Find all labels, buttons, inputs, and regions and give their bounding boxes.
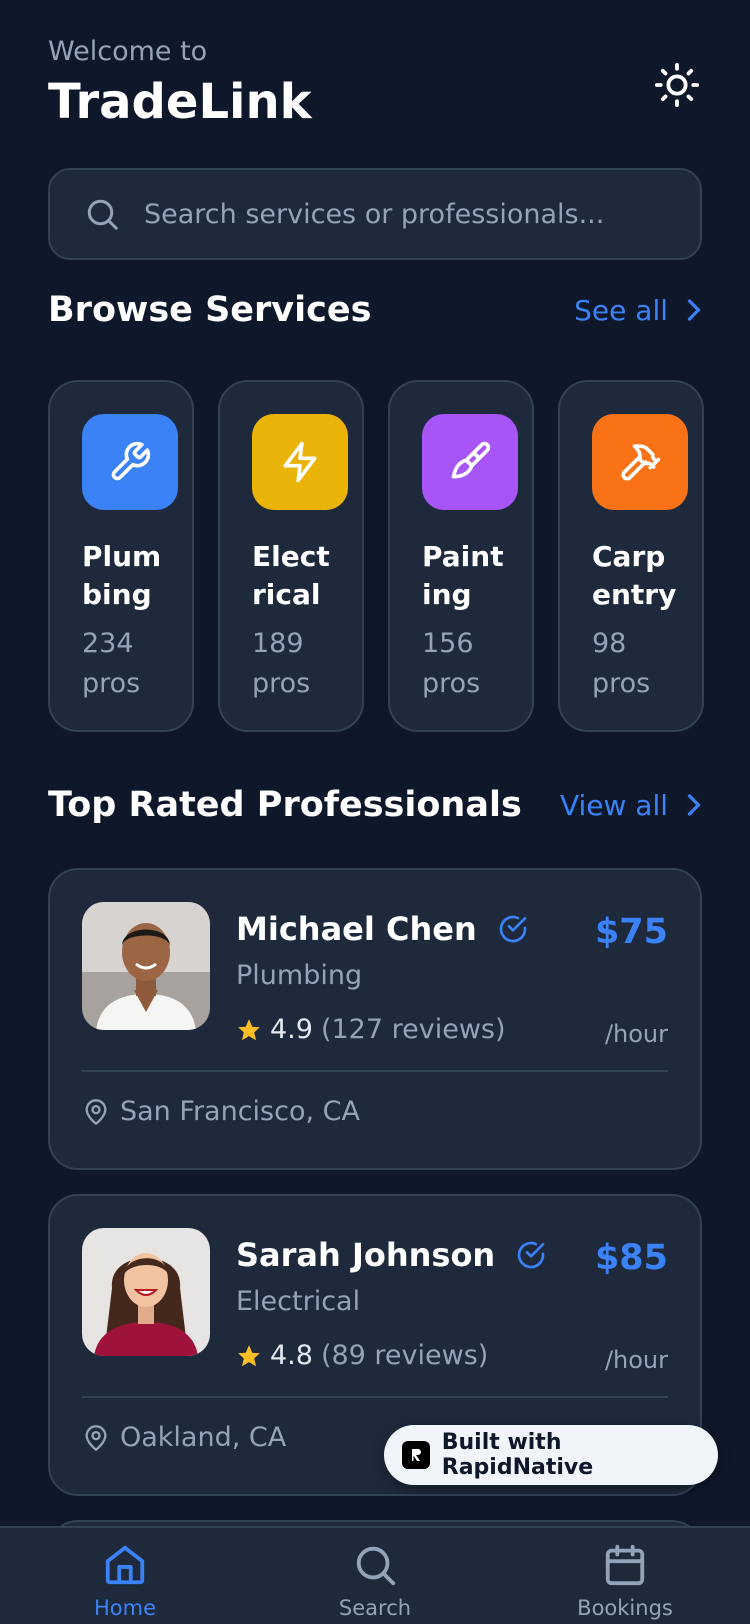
chevron-right-icon: [687, 299, 701, 321]
see-all-label: See all: [574, 293, 668, 327]
pro-price: $85: [594, 1238, 668, 1278]
badge-text: Built with RapidNative: [441, 1430, 594, 1480]
calendar-icon: [605, 1544, 645, 1586]
pro-rating: 4.8 (89 reviews): [236, 1340, 488, 1371]
services-list: Plumbing 234 pros Electrical 189 pros Pa…: [48, 380, 704, 732]
tab-label: Search: [338, 1596, 412, 1620]
service-name: Painting: [422, 540, 504, 611]
service-count: 189 pros: [252, 628, 311, 699]
tab-label: Bookings: [577, 1596, 673, 1620]
search-icon: [84, 196, 120, 232]
verified-icon: [499, 915, 527, 943]
service-card-painting[interactable]: Painting 156 pros: [388, 380, 534, 732]
service-name: Plumbing: [82, 540, 162, 611]
rating-reviews: (127 reviews): [320, 1014, 506, 1045]
service-name: Electrical: [252, 540, 330, 611]
avatar: [82, 902, 210, 1030]
search-icon: [356, 1546, 396, 1586]
hammer-icon: [592, 414, 688, 510]
service-count: 98 pros: [592, 628, 651, 699]
pro-location: San Francisco, CA: [82, 1096, 360, 1127]
map-pin-icon: [85, 1098, 107, 1125]
services-section-header: Browse Services See all: [48, 290, 702, 330]
tab-bookings[interactable]: Bookings: [500, 1528, 750, 1624]
avatar: [82, 1228, 210, 1356]
sun-icon: [654, 62, 700, 108]
tab-home[interactable]: Home: [0, 1528, 250, 1624]
chevron-right-icon: [687, 794, 701, 816]
pro-name: Sarah Johnson: [236, 1236, 496, 1274]
rating-reviews: (89 reviews): [320, 1340, 489, 1371]
service-name: Carpentry: [592, 540, 677, 611]
view-all-label: View all: [559, 788, 668, 822]
paintbrush-icon: [422, 414, 518, 510]
star-icon: [238, 1018, 260, 1040]
location-text: Oakland, CA: [120, 1422, 287, 1453]
rating-score: 4.8: [270, 1340, 313, 1371]
service-card-electrical[interactable]: Electrical 189 pros: [218, 380, 364, 732]
pro-card-michael-chen[interactable]: Michael Chen Plumbing 4.9 (127 reviews) …: [48, 868, 702, 1170]
services-section-title: Browse Services: [48, 290, 372, 330]
pro-name: Michael Chen: [236, 910, 477, 948]
pro-name-row: Sarah Johnson: [236, 1236, 547, 1274]
location-text: San Francisco, CA: [120, 1096, 360, 1127]
pro-price-unit: /hour: [604, 1346, 668, 1374]
star-icon: [238, 1344, 260, 1366]
search-bar[interactable]: [48, 168, 702, 260]
pro-price: $75: [594, 912, 668, 952]
divider: [82, 1396, 668, 1398]
header: Welcome to TradeLink: [48, 34, 702, 134]
divider: [82, 1070, 668, 1072]
service-card-carpentry[interactable]: Carpentry 98 pros: [558, 380, 704, 732]
lightning-icon: [252, 414, 348, 510]
theme-toggle-button[interactable]: [652, 60, 702, 110]
map-pin-icon: [85, 1424, 107, 1451]
see-all-link[interactable]: See all: [574, 294, 702, 327]
built-with-badge[interactable]: Built with RapidNative: [384, 1425, 718, 1485]
view-all-link[interactable]: View all: [560, 789, 702, 822]
service-count: 234 pros: [82, 628, 141, 699]
service-card-plumbing[interactable]: Plumbing 234 pros: [48, 380, 194, 732]
tab-search[interactable]: Search: [250, 1528, 500, 1624]
service-count: 156 pros: [422, 628, 481, 699]
pro-location: Oakland, CA: [82, 1422, 286, 1453]
rapidnative-logo-icon: [402, 1441, 430, 1469]
pros-section-title: Top Rated Professionals: [48, 785, 522, 825]
home-icon: [105, 1545, 145, 1585]
pro-trade: Electrical: [236, 1286, 361, 1317]
bottom-tab-bar: Home Search Bookings: [0, 1526, 750, 1624]
pro-name-row: Michael Chen: [236, 910, 529, 948]
pro-price-unit: /hour: [604, 1020, 668, 1048]
pro-trade: Plumbing: [236, 960, 363, 991]
welcome-text: Welcome to: [48, 36, 208, 67]
app-title: TradeLink: [48, 74, 312, 130]
pros-section-header: Top Rated Professionals View all: [48, 785, 702, 825]
pro-rating: 4.9 (127 reviews): [236, 1014, 506, 1045]
rating-score: 4.9: [270, 1014, 313, 1045]
wrench-icon: [82, 414, 178, 510]
search-input[interactable]: [144, 198, 700, 230]
tab-label: Home: [93, 1596, 156, 1620]
verified-icon: [517, 1241, 545, 1269]
